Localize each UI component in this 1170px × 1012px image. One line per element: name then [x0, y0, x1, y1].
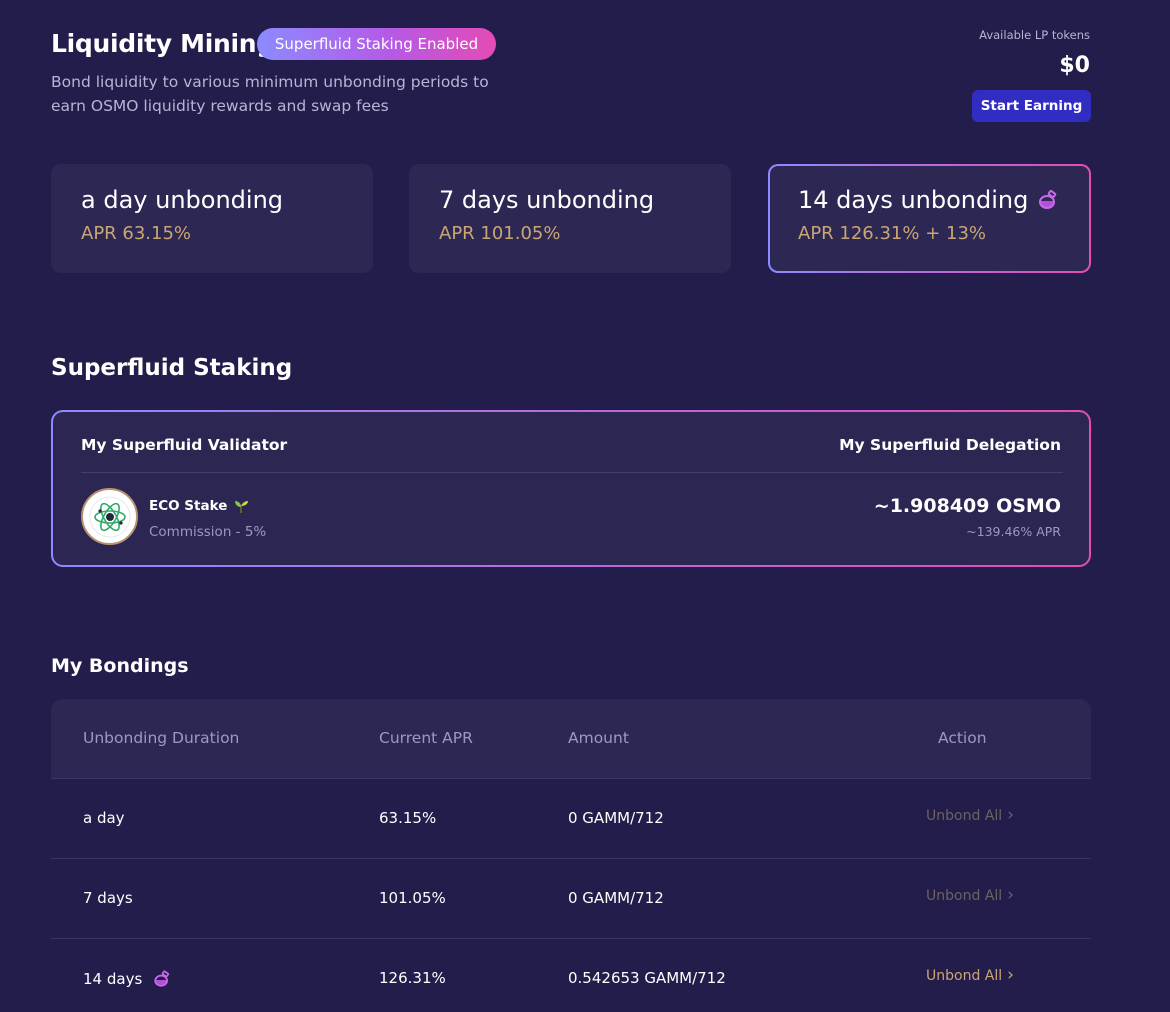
- card-title: a day unbonding: [81, 186, 284, 214]
- unbond-all-label: Unbond All: [926, 887, 1003, 904]
- potion-icon: [1038, 189, 1058, 210]
- column-header-action: Action: [938, 729, 987, 747]
- divider: [81, 472, 1063, 473]
- row-apr: 101.05%: [379, 889, 446, 907]
- atom-icon: [89, 496, 130, 537]
- validator-header: My Superfluid Validator: [81, 436, 288, 454]
- row-apr: 63.15%: [379, 809, 437, 827]
- sprout-icon: [235, 501, 249, 513]
- unbonding-card-7days[interactable]: 7 days unbonding APR 101.05%: [409, 164, 731, 273]
- row-duration: 14 days: [83, 970, 143, 988]
- table-row: 14 days 126.31% 0.542653 GAMM/712 Unbond…: [51, 939, 1091, 1012]
- row-duration: 7 days: [83, 889, 133, 907]
- unbond-all-button[interactable]: Unbond All ›: [926, 967, 1014, 984]
- superfluid-section-title: Superfluid Staking: [51, 355, 293, 381]
- available-lp-label: Available LP tokens: [979, 28, 1090, 42]
- unbond-all-button[interactable]: Unbond All ›: [926, 807, 1014, 824]
- column-header-amount: Amount: [568, 729, 629, 747]
- page-subtitle: Bond liquidity to various minimum unbond…: [51, 73, 489, 115]
- unbond-all-label: Unbond All: [926, 807, 1003, 824]
- chevron-right-icon: ›: [1007, 965, 1014, 985]
- validator-name: ECO Stake: [149, 498, 228, 514]
- card-apr: APR 126.31% + 13%: [798, 223, 987, 244]
- validator-name-row[interactable]: ECO Stake: [149, 498, 249, 514]
- delegation-header: My Superfluid Delegation: [839, 436, 1061, 454]
- card-title: 14 days unbonding: [798, 186, 1029, 214]
- column-header-apr: Current APR: [379, 729, 473, 747]
- row-amount: 0 GAMM/712: [568, 889, 664, 907]
- unbonding-card-1day[interactable]: a day unbonding APR 63.15%: [51, 164, 373, 273]
- superfluid-panel: My Superfluid Validator My Superfluid De…: [51, 410, 1091, 567]
- table-row: a day 63.15% 0 GAMM/712 Unbond All ›: [51, 779, 1091, 859]
- available-lp-value: $0: [1059, 53, 1090, 78]
- delegation-amount: ~1.908409 OSMO: [873, 495, 1061, 517]
- page-title: Liquidity Mining: [51, 29, 274, 58]
- card-apr: APR 101.05%: [439, 223, 561, 244]
- unbonding-card-14days[interactable]: 14 days unbonding APR 126.31% + 13%: [768, 164, 1091, 273]
- bondings-section-title: My Bondings: [51, 655, 189, 677]
- table-row: 7 days 101.05% 0 GAMM/712 Unbond All ›: [51, 859, 1091, 939]
- delegation-apr: ~139.46% APR: [966, 524, 1061, 539]
- potion-icon: [154, 969, 171, 988]
- card-apr: APR 63.15%: [81, 223, 192, 244]
- row-duration-cell: 14 days: [83, 969, 172, 989]
- card-title: 7 days unbonding: [439, 186, 655, 214]
- validator-avatar: [81, 488, 138, 545]
- bondings-table-header: Unbonding Duration Current APR Amount Ac…: [51, 699, 1091, 779]
- unbond-all-label: Unbond All: [926, 967, 1003, 984]
- chevron-right-icon: ›: [1007, 885, 1014, 905]
- row-apr: 126.31%: [379, 969, 446, 987]
- row-amount: 0 GAMM/712: [568, 809, 664, 827]
- superfluid-enabled-badge: Superfluid Staking Enabled: [257, 28, 496, 60]
- card-title-row: 14 days unbonding: [798, 186, 1089, 214]
- chevron-right-icon: ›: [1007, 805, 1014, 825]
- unbond-all-button[interactable]: Unbond All ›: [926, 887, 1014, 904]
- validator-commission: Commission - 5%: [149, 524, 267, 540]
- row-amount: 0.542653 GAMM/712: [568, 969, 726, 987]
- row-duration: a day: [83, 809, 125, 827]
- start-earning-button[interactable]: Start Earning: [972, 90, 1091, 122]
- column-header-duration: Unbonding Duration: [83, 729, 240, 747]
